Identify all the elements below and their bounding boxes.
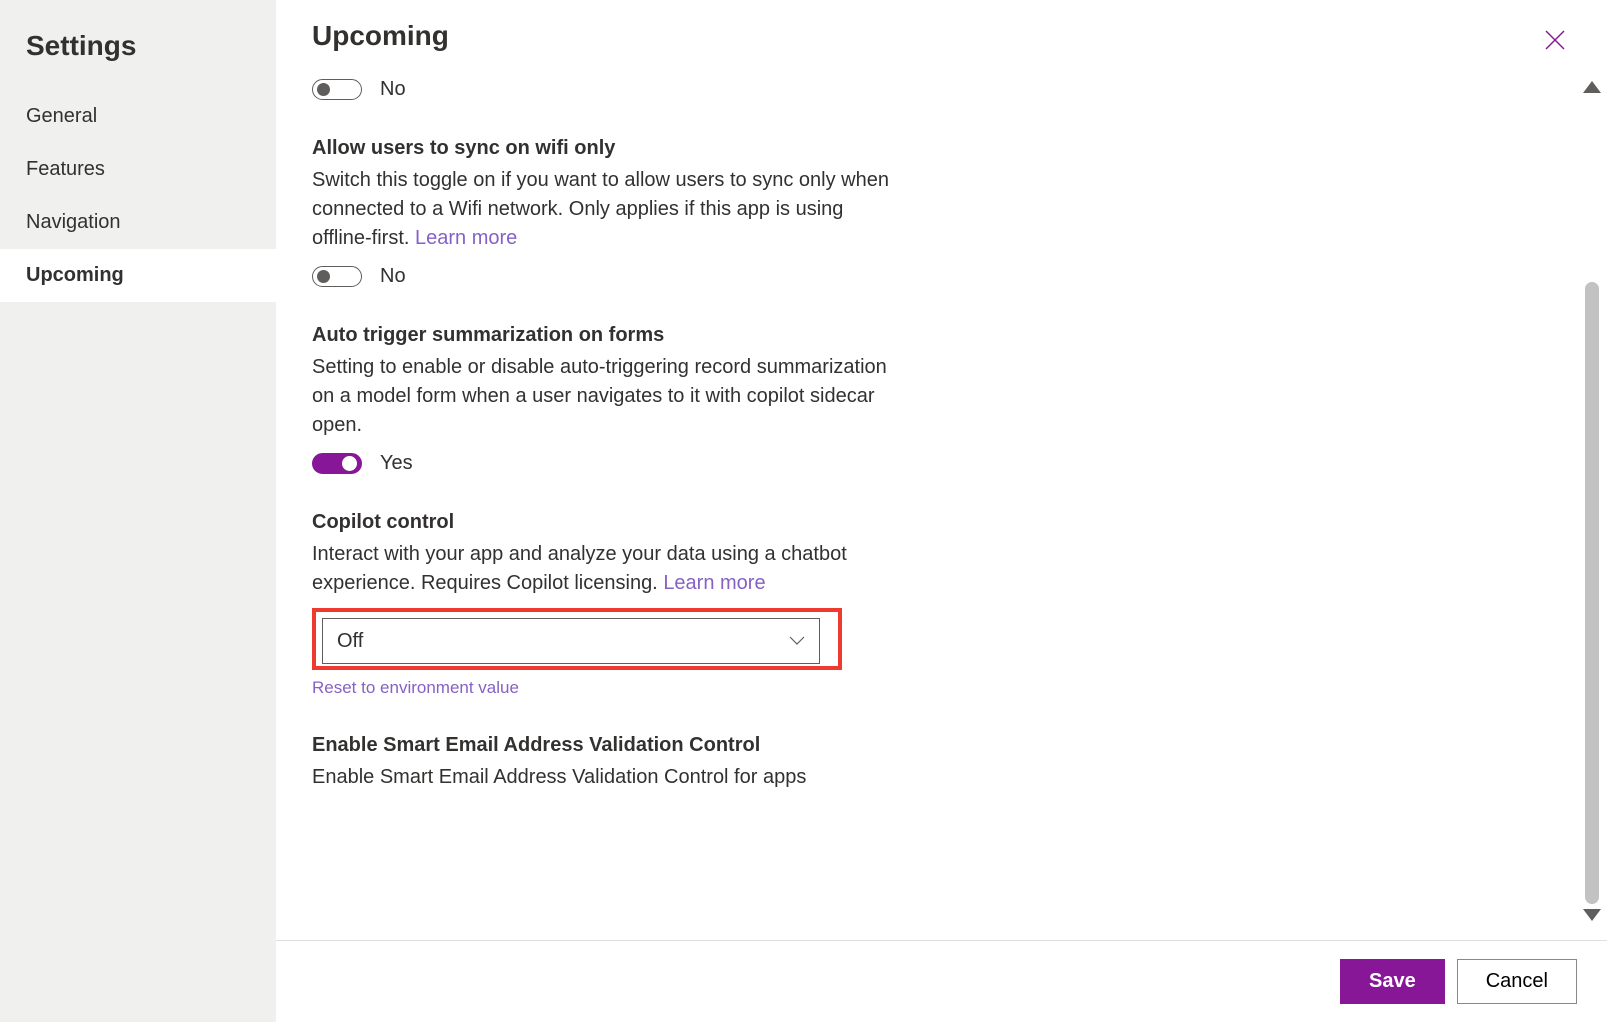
setting-email-validation-title: Enable Smart Email Address Validation Co… <box>312 734 1541 757</box>
toggle-previous[interactable] <box>312 79 362 100</box>
scroll-track[interactable] <box>1585 102 1599 904</box>
scroll-up-button[interactable] <box>1583 80 1601 98</box>
copilot-dropdown[interactable]: Off <box>322 618 820 664</box>
setting-previous-toggle: No <box>312 78 1541 101</box>
content-wrap: No Allow users to sync on wifi only Swit… <box>276 66 1607 940</box>
copilot-learn-more-link[interactable]: Learn more <box>663 572 765 594</box>
toggle-auto-summarization[interactable] <box>312 453 362 474</box>
copilot-dropdown-highlight: Off <box>312 608 842 670</box>
sidebar-item-features[interactable]: Features <box>0 143 276 196</box>
triangle-down-icon <box>1583 909 1601 921</box>
settings-sidebar: Settings General Features Navigation Upc… <box>0 0 276 1022</box>
close-icon <box>1543 28 1567 52</box>
toggle-wifi-sync[interactable] <box>312 266 362 287</box>
chevron-down-icon <box>789 636 805 646</box>
setting-auto-summarization-desc: Setting to enable or disable auto-trigge… <box>312 353 892 440</box>
copilot-dropdown-value: Off <box>337 630 363 653</box>
setting-email-validation: Enable Smart Email Address Validation Co… <box>312 734 1541 792</box>
page-title: Upcoming <box>312 20 1539 52</box>
scroll-down-button[interactable] <box>1583 908 1601 926</box>
sidebar-item-navigation[interactable]: Navigation <box>0 196 276 249</box>
sidebar-item-upcoming[interactable]: Upcoming <box>0 249 276 302</box>
toggle-wifi-sync-label: No <box>380 265 406 288</box>
settings-content: No Allow users to sync on wifi only Swit… <box>276 66 1577 940</box>
wifi-learn-more-link[interactable]: Learn more <box>415 227 517 249</box>
cancel-button[interactable]: Cancel <box>1457 959 1577 1004</box>
close-button[interactable] <box>1539 24 1571 56</box>
setting-copilot-control: Copilot control Interact with your app a… <box>312 511 1541 698</box>
setting-copilot-title: Copilot control <box>312 511 1541 534</box>
setting-wifi-sync: Allow users to sync on wifi only Switch … <box>312 137 1541 288</box>
footer: Save Cancel <box>276 940 1607 1022</box>
sidebar-item-general[interactable]: General <box>0 90 276 143</box>
main-column: Upcoming No Allow users to sync on <box>276 0 1607 1022</box>
setting-copilot-desc: Interact with your app and analyze your … <box>312 540 892 598</box>
setting-auto-summarization-title: Auto trigger summarization on forms <box>312 324 1541 347</box>
scroll-thumb[interactable] <box>1585 282 1599 904</box>
scrollbar[interactable] <box>1577 66 1607 940</box>
setting-wifi-sync-desc: Switch this toggle on if you want to all… <box>312 166 892 253</box>
setting-wifi-sync-title: Allow users to sync on wifi only <box>312 137 1541 160</box>
save-button[interactable]: Save <box>1340 959 1445 1004</box>
header: Upcoming <box>276 0 1607 66</box>
setting-email-validation-desc: Enable Smart Email Address Validation Co… <box>312 763 892 792</box>
setting-auto-summarization: Auto trigger summarization on forms Sett… <box>312 324 1541 475</box>
toggle-auto-summarization-label: Yes <box>380 452 413 475</box>
toggle-previous-label: No <box>380 78 406 101</box>
copilot-reset-link[interactable]: Reset to environment value <box>312 678 519 698</box>
settings-panel: Settings General Features Navigation Upc… <box>0 0 1607 1022</box>
sidebar-title: Settings <box>0 20 276 90</box>
triangle-up-icon <box>1583 81 1601 93</box>
